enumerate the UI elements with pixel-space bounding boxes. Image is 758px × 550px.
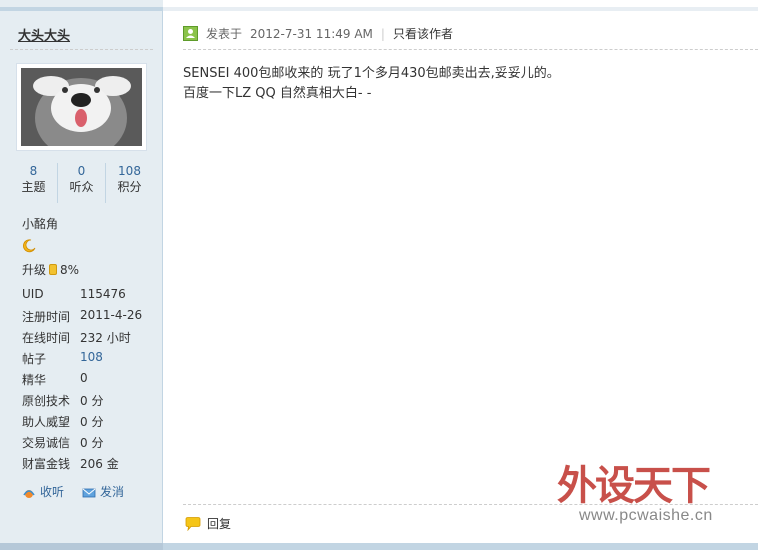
usergroup-label[interactable]: 小酩角 [22, 215, 58, 232]
profile-row: 原创技术 0 分 [22, 392, 152, 413]
author-stats: 8 主题 0 听众 108 积分 [10, 163, 153, 203]
profile-row: 助人威望 0 分 [22, 413, 152, 434]
profile-value: 2011-4-26 [80, 308, 143, 322]
post-line: 百度一下LZ QQ 自然真相大白- - [183, 86, 372, 101]
level-label: 升级 [22, 263, 47, 277]
profile-row: 精华 0 [22, 371, 152, 392]
post-header: 发表于 2012-7-31 11:49 AM | 只看该作者 [183, 25, 453, 42]
divider [10, 49, 153, 50]
watermark-char: 天 [633, 463, 673, 509]
separator: | [380, 26, 385, 41]
profile-row: 帖子 108 [22, 350, 152, 371]
level-bar-icon [49, 264, 58, 275]
stat-value[interactable]: 108 [106, 163, 153, 179]
post-timestamp: 2012-7-31 11:49 AM [250, 26, 373, 41]
stat-label: 主题 [21, 180, 46, 194]
author-name-link[interactable]: 大头大头 [18, 25, 70, 44]
follow-icon [23, 489, 35, 498]
profile-list: UID 115476 注册时间 2011-4-26 在线时间 232 小时 帖子 108… [22, 287, 152, 476]
online-status-icon [183, 26, 198, 41]
level-progress: 升级 8% [22, 261, 79, 278]
profile-value: 0 分 [80, 394, 104, 408]
post-line: SENSEI 400包邮收来的 玩了1个多月430包邮卖出去,妥妥儿的。 [183, 66, 560, 81]
divider [183, 49, 758, 50]
profile-row: UID 115476 [22, 287, 152, 308]
main-top-border [163, 0, 758, 11]
stat-value[interactable]: 8 [10, 163, 57, 179]
watermark-chars: 外 设 天 下 [557, 453, 711, 511]
post-content-area: 发表于 2012-7-31 11:49 AM | 只看该作者 SENSEI 40… [163, 11, 758, 543]
profile-value: 0 分 [80, 436, 104, 450]
profile-row: 交易诚信 0 分 [22, 434, 152, 455]
sidebar-top-border [0, 0, 163, 11]
reply-button[interactable]: 回复 [185, 515, 231, 532]
follow-button[interactable]: 收听 [22, 483, 64, 500]
watermark-char: 设 [595, 463, 635, 509]
stat-value[interactable]: 0 [58, 163, 105, 179]
profile-value: 232 小时 [80, 331, 131, 345]
divider [183, 504, 758, 505]
profile-key: 助人威望 [22, 415, 71, 429]
author-sidebar: 大头大头 8 主题 0 听众 108 积分 小酩角 升级 8% UID 1154… [0, 11, 163, 543]
profile-key: 交易诚信 [22, 436, 71, 450]
stat-followers[interactable]: 0 听众 [58, 163, 106, 203]
profile-value: 206 金 [80, 457, 119, 471]
watermark-char: 外 [557, 463, 597, 509]
profile-row: 财富金钱 206 金 [22, 455, 152, 476]
profile-key: 帖子 [22, 352, 47, 366]
posted-label: 发表于 [206, 27, 243, 41]
avatar[interactable] [21, 68, 142, 146]
watermark-url: www.pcwaishe.cn [579, 507, 713, 524]
profile-key: 精华 [22, 373, 47, 387]
profile-value: 0 分 [80, 415, 104, 429]
profile-value-posts-link[interactable]: 108 [80, 350, 103, 371]
avatar-frame[interactable] [16, 63, 147, 151]
bottom-border [0, 543, 758, 550]
stat-label: 听众 [69, 180, 94, 194]
reply-label: 回复 [207, 517, 232, 531]
watermark-logo: 外 设 天 下 www.pcwaishe.cn [557, 453, 737, 533]
profile-key: 在线时间 [22, 331, 71, 345]
profile-key: 原创技术 [22, 394, 71, 408]
stat-threads[interactable]: 8 主题 [10, 163, 58, 203]
profile-value: 0 [80, 371, 88, 385]
profile-row: 注册时间 2011-4-26 [22, 308, 152, 329]
top-border [0, 0, 758, 11]
moon-icon [23, 239, 36, 253]
follow-label: 收听 [40, 485, 65, 499]
watermark-char: 下 [671, 463, 711, 509]
reply-bubble-icon [185, 516, 201, 531]
profile-key: 注册时间 [22, 310, 71, 324]
profile-value: 115476 [80, 287, 126, 301]
profile-key: 财富金钱 [22, 457, 71, 471]
sidebar-bottom-border [0, 543, 163, 550]
profile-key: UID [22, 287, 44, 301]
author-actions: 收听 发消 [22, 483, 124, 500]
stat-label: 积分 [117, 180, 142, 194]
profile-row: 在线时间 232 小时 [22, 329, 152, 350]
post-body: SENSEI 400包邮收来的 玩了1个多月430包邮卖出去,妥妥儿的。 百度一… [183, 64, 743, 104]
envelope-icon [82, 488, 96, 497]
author-only-link[interactable]: 只看该作者 [393, 25, 453, 42]
message-label: 发消 [100, 485, 125, 499]
stat-points[interactable]: 108 积分 [106, 163, 153, 203]
send-message-button[interactable]: 发消 [82, 483, 124, 500]
level-percent: 8% [60, 262, 80, 277]
